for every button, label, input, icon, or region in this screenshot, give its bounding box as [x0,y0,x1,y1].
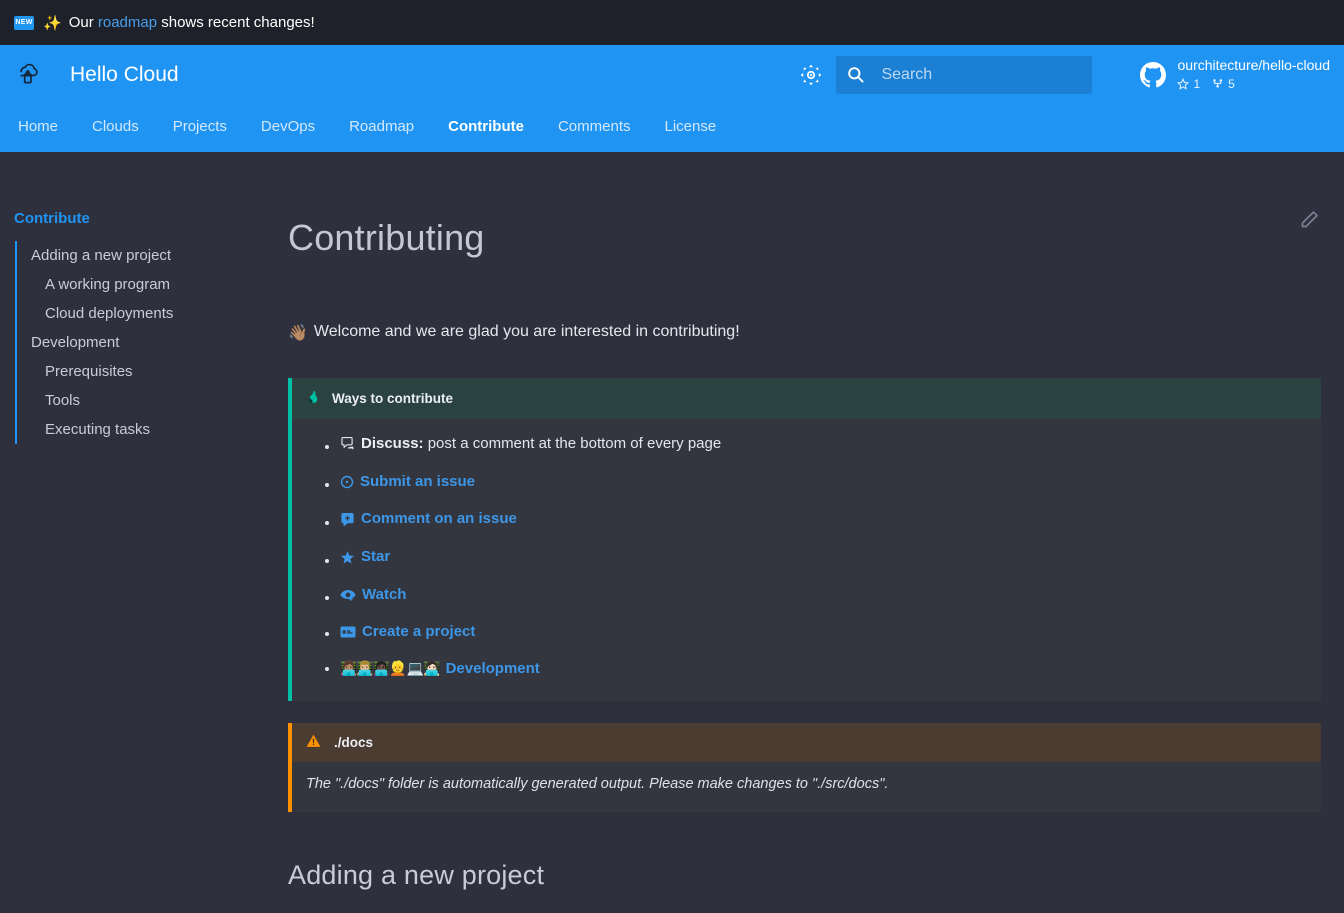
sidebar-item-development[interactable]: Development [17,328,278,357]
sidebar-item-adding-a-new-project[interactable]: Adding a new project [17,241,278,270]
development-link[interactable]: Development [446,659,540,679]
tab-home[interactable]: Home [14,118,75,135]
announcement-bar: NEW ✨ Our roadmap shows recent changes! [0,0,1344,45]
technologist-emoji-group-icon: 👩🏽‍💻👨🏼‍💻👩🏿‍💻👱‍💻🧑🏻‍💻 [340,660,441,677]
search-box[interactable] [836,55,1093,94]
repo-stats: 1 5 [1177,77,1330,92]
flame-icon [305,388,320,409]
waving-hand-emoji-icon: 👋🏽 [288,322,308,342]
search-icon [846,65,865,84]
warning-admonition: ./docs The "./docs" folder is automatica… [288,723,1321,813]
tab-license[interactable]: License [648,118,734,135]
repo-stars: 1 [1177,77,1200,92]
warning-admonition-title: ./docs [334,735,374,751]
header-top-row: Hello Cloud Search ourchitecture/hello-c… [0,45,1344,104]
tab-contribute[interactable]: Contribute [431,118,541,135]
tip-admonition: Ways to contribute Discuss: post a comme… [288,377,1321,702]
new-badge: NEW [14,15,34,30]
list-item: 👩🏽‍💻👨🏼‍💻👩🏿‍💻👱‍💻🧑🏻‍💻 Development [340,659,1307,680]
github-repo-link[interactable]: ourchitecture/hello-cloud 1 5 [1140,57,1330,92]
comment-on-an-issue-link[interactable]: Comment on an issue [361,509,517,529]
page-body: Contribute Adding a new project A workin… [0,152,1344,913]
repo-forks: 5 [1212,77,1235,92]
submit-an-issue-link[interactable]: Submit an issue [360,472,475,492]
tip-admonition-body: Discuss: post a comment at the bottom of… [292,419,1321,701]
project-board-icon [340,626,356,638]
warning-admonition-text: The "./docs" folder is automatically gen… [306,776,889,793]
site-header: Hello Cloud Search ourchitecture/hello-c… [0,45,1344,152]
ways-to-contribute-list: Discuss: post a comment at the bottom of… [306,434,1307,679]
announcement-text: Our roadmap shows recent changes! [69,14,315,31]
tab-comments[interactable]: Comments [541,118,648,135]
star-filled-icon [340,550,355,565]
main-nav-tabs: Home Clouds Projects DevOps Roadmap Cont… [0,104,1344,149]
tab-roadmap[interactable]: Roadmap [332,118,431,135]
sidebar-item-a-working-program[interactable]: A working program [17,270,278,299]
sidebar-item-prerequisites[interactable]: Prerequisites [17,357,278,386]
fork-icon [1213,79,1223,88]
intro-paragraph: 👋🏽 Welcome and we are glad you are inter… [288,323,1322,342]
stars-count: 1 [1193,76,1201,91]
forks-count: 5 [1228,76,1235,91]
sidebar-item-contribute[interactable]: Contribute [0,210,278,227]
list-item-text: post a comment at the bottom of every pa… [423,434,722,452]
watch-link[interactable]: Watch [362,585,406,605]
list-item: Star [340,547,1307,571]
tab-devops[interactable]: DevOps [244,118,332,135]
cloud-upload-hand-icon[interactable] [14,61,42,89]
list-item: Submit an issue [340,472,1307,495]
comment-discussion-icon [340,436,355,451]
page-title-row: Contributing [288,152,1322,282]
main-content: Contributing 👋🏽 Welcome and we are glad … [278,152,1344,913]
list-item: Watch [340,585,1307,608]
intro-text: Welcome and we are glad you are interest… [313,323,740,341]
site-title[interactable]: Hello Cloud [70,63,179,87]
repo-name: ourchitecture/hello-cloud [1177,57,1330,74]
tab-clouds[interactable]: Clouds [75,118,156,135]
eye-watch-icon [340,588,356,602]
sidebar-item-executing-tasks[interactable]: Executing tasks [17,415,278,444]
sidebar-sublist: Adding a new project A working program C… [15,241,278,444]
repo-info: ourchitecture/hello-cloud 1 5 [1177,57,1330,92]
sidebar-item-cloud-deployments[interactable]: Cloud deployments [17,299,278,328]
search-input[interactable] [879,64,1083,85]
list-item: Comment on an issue [340,509,1307,533]
warning-admonition-body: The "./docs" folder is automatically gen… [292,762,1321,812]
page-title: Contributing [288,217,485,259]
sparkles-emoji-icon: ✨ [43,13,62,32]
github-icon [1140,61,1167,88]
roadmap-link[interactable]: roadmap [98,14,157,31]
star-outline-icon [1177,78,1190,90]
brightness-toggle-icon[interactable] [794,58,828,92]
announcement-prefix: Our [68,14,98,31]
warning-triangle-icon [305,733,322,752]
sidebar-item-tools[interactable]: Tools [17,386,278,415]
warning-admonition-header: ./docs [292,723,1321,763]
tip-admonition-title: Ways to contribute [332,390,454,406]
tab-projects[interactable]: Projects [156,118,244,135]
pencil-edit-icon[interactable] [1296,206,1322,232]
star-link[interactable]: Star [361,547,390,567]
list-item: Create a project [340,622,1307,644]
list-item-bold: Discuss: [361,434,424,452]
comment-plus-icon [340,512,355,527]
tip-admonition-header: Ways to contribute [292,377,1321,419]
announcement-suffix: shows recent changes! [157,14,315,31]
sidebar-toc: Contribute Adding a new project A workin… [0,152,278,913]
section-heading-adding-a-new-project: Adding a new project [288,860,545,891]
create-a-project-link[interactable]: Create a project [362,622,475,642]
list-item: Discuss: post a comment at the bottom of… [340,434,1307,458]
issue-opened-icon [340,475,354,489]
